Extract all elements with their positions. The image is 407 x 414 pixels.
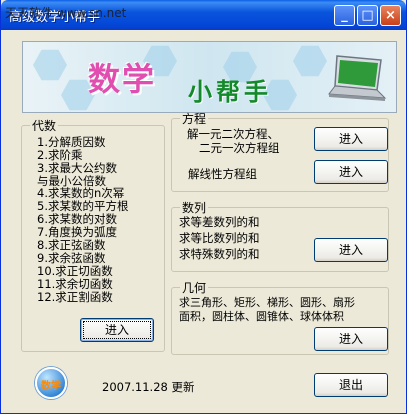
geometry-legend: 几何 — [182, 281, 207, 295]
linear-system-two-var-label: 二元一次方程组 — [199, 141, 280, 155]
update-date: 2007.11.28 更新 — [102, 380, 195, 394]
series-legend: 数列 — [182, 201, 207, 215]
geometric-series-label: 求等比数列的和 — [179, 231, 260, 245]
list-item[interactable]: 4.求某数的n次幂 — [37, 187, 124, 199]
list-item[interactable]: 12.求正割函数 — [37, 291, 113, 303]
series-enter-button[interactable]: 进入 — [314, 238, 388, 262]
geometry-enter-button[interactable]: 进入 — [314, 327, 388, 351]
list-item[interactable]: 6.求某数的对数 — [37, 213, 117, 225]
laptop-icon — [328, 55, 387, 101]
banner-image: 数学 小帮手 — [22, 41, 397, 113]
maximize-button[interactable]: □ — [357, 5, 378, 26]
banner-subtitle: 小帮手 — [188, 78, 272, 106]
list-item[interactable]: 1.分解质因数 — [37, 136, 105, 148]
equation-enter-button[interactable]: 进入 — [314, 127, 388, 151]
watermark: 天天软件 www.sn.net — [5, 6, 127, 20]
list-item[interactable]: 3.求最大公约数 — [37, 162, 117, 174]
algebra-enter-button[interactable]: 进入 — [80, 318, 154, 342]
list-item[interactable]: 5.求某数的平方根 — [37, 200, 128, 212]
list-item[interactable]: 2.求阶乘 — [37, 149, 82, 161]
main-window: 高级数学小帮手 天天软件 www.sn.net _ □ × 数学 小帮手 代数 … — [0, 0, 407, 414]
logo-text: 数学 — [41, 381, 61, 392]
list-item[interactable]: 7.角度换为弧度 — [37, 226, 117, 238]
minimize-button[interactable]: _ — [334, 5, 355, 26]
app-logo-icon: 数学 — [35, 367, 67, 399]
geometry-area-label: 求三角形、矩形、梯形、圆形、扇形 — [179, 296, 355, 309]
algebra-legend: 代数 — [32, 119, 57, 133]
exit-button[interactable]: 退出 — [314, 373, 388, 397]
special-series-label: 求特殊数列的和 — [179, 247, 260, 261]
list-item[interactable]: 8.求正弦函数 — [37, 239, 105, 251]
close-button[interactable]: × — [380, 5, 401, 26]
hexagon-decoration — [33, 49, 67, 81]
list-item[interactable]: 10.求正切函数 — [37, 265, 113, 277]
geometry-volume-label: 面积，圆柱体、圆锥体、球体体积 — [179, 310, 344, 323]
equation-legend: 方程 — [182, 112, 207, 126]
title-bar[interactable]: 高级数学小帮手 天天软件 www.sn.net _ □ × — [1, 0, 406, 30]
banner-title: 数学 — [88, 60, 157, 98]
list-item[interactable]: 11.求余切函数 — [37, 278, 113, 290]
quadratic-equation-label: 解一元二次方程、 — [187, 127, 279, 141]
linear-system-label: 解线性方程组 — [188, 167, 257, 181]
arithmetic-series-label: 求等差数列的和 — [179, 215, 260, 229]
list-item[interactable]: 9.求余弦函数 — [37, 252, 105, 264]
linear-system-enter-button[interactable]: 进入 — [314, 160, 388, 184]
hexagon-decoration — [293, 45, 327, 77]
